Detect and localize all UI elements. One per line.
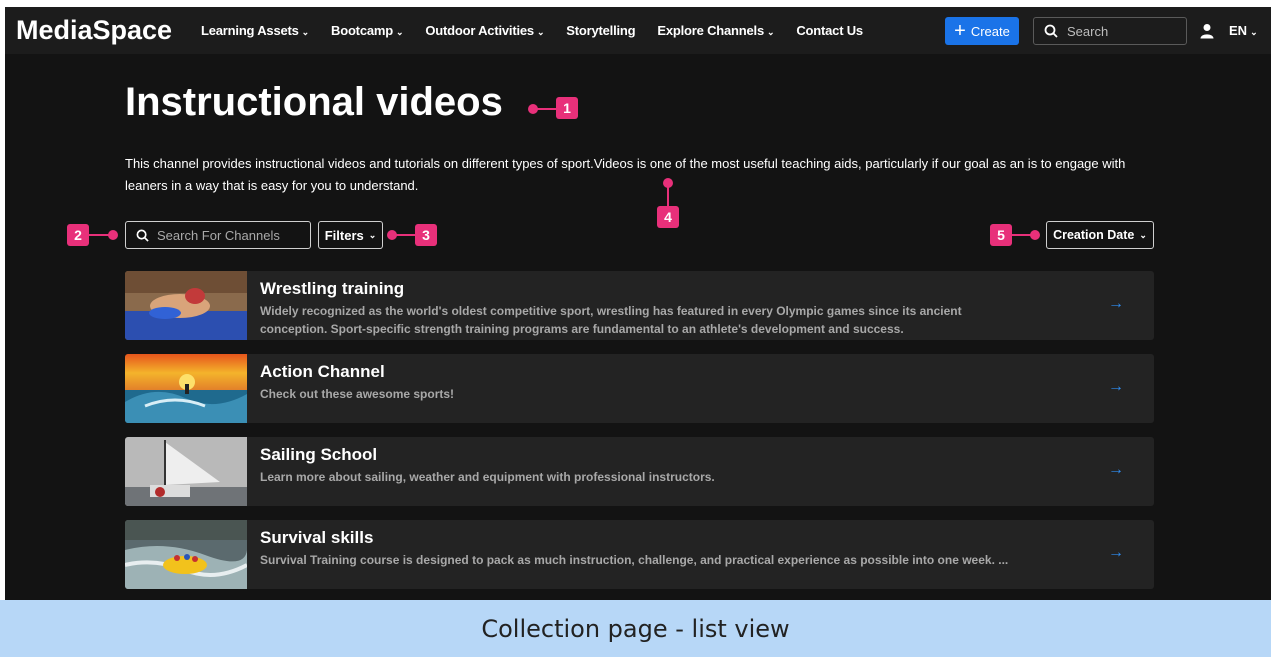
nav-search-input[interactable]: Search xyxy=(1033,17,1187,45)
sort-dropdown[interactable]: Creation Date ⌄ xyxy=(1046,221,1154,249)
menu-contact-us[interactable]: Contact Us xyxy=(796,23,863,38)
caption-banner: Collection page - list view xyxy=(0,600,1271,657)
channel-card[interactable]: Action Channel Check out these awesome s… xyxy=(125,354,1154,423)
marker-badge-4: 4 xyxy=(657,206,679,228)
menu-outdoor-activities[interactable]: Outdoor Activities ⌄ xyxy=(425,23,544,38)
user-icon[interactable] xyxy=(1200,23,1214,39)
arrow-right-icon[interactable]: → xyxy=(1108,544,1124,562)
channel-description: Survival Training course is designed to … xyxy=(260,553,1009,567)
channel-title[interactable]: Sailing School xyxy=(260,445,377,465)
chevron-down-icon: ⌄ xyxy=(368,229,377,240)
marker-line xyxy=(535,108,557,110)
marker-badge-5: 5 xyxy=(990,224,1012,246)
channel-description: This channel provides instructional vide… xyxy=(125,156,1126,193)
main-menu: Learning Assets ⌄ Bootcamp ⌄ Outdoor Activ… xyxy=(201,23,885,38)
marker-badge-3: 3 xyxy=(415,224,437,246)
chevron-down-icon: ⌄ xyxy=(301,27,310,37)
marker-dot xyxy=(108,230,118,240)
page-title: Instructional videos xyxy=(125,80,503,124)
surfing-thumbnail xyxy=(125,354,247,423)
menu-learning-assets[interactable]: Learning Assets ⌄ xyxy=(201,23,309,38)
marker-badge-2: 2 xyxy=(67,224,89,246)
logo[interactable]: MediaSpace xyxy=(16,15,172,46)
filters-button[interactable]: Filters ⌄ xyxy=(318,221,383,249)
top-nav: MediaSpace Learning Assets ⌄ Bootcamp ⌄ Ou… xyxy=(5,7,1271,54)
channel-card[interactable]: Survival skills Survival Training course… xyxy=(125,520,1154,589)
arrow-right-icon[interactable]: → xyxy=(1108,378,1124,396)
wrestling-thumbnail xyxy=(125,271,247,340)
plus-icon: + xyxy=(954,20,966,42)
marker-badge-1: 1 xyxy=(556,97,578,119)
channel-list: Wrestling training Widely recognized as … xyxy=(125,271,1154,603)
marker-line xyxy=(667,185,669,207)
channel-description: Learn more about sailing, weather and eq… xyxy=(260,470,715,484)
create-button[interactable]: + Create xyxy=(945,17,1019,45)
chevron-down-icon: ⌄ xyxy=(1139,229,1147,240)
chevron-down-icon: ⌄ xyxy=(767,27,775,37)
channel-search-input[interactable]: Search For Channels xyxy=(125,221,311,249)
marker-dot xyxy=(1030,230,1040,240)
menu-bootcamp[interactable]: Bootcamp ⌄ xyxy=(331,23,404,38)
channel-description: Check out these awesome sports! xyxy=(260,387,455,401)
search-icon xyxy=(1044,24,1058,38)
chevron-down-icon: ⌄ xyxy=(536,27,545,37)
channel-title[interactable]: Wrestling training xyxy=(260,279,404,299)
chevron-down-icon: ⌄ xyxy=(1250,27,1258,37)
arrow-right-icon[interactable]: → xyxy=(1108,295,1124,313)
channel-title[interactable]: Survival skills xyxy=(260,528,373,548)
menu-storytelling[interactable]: Storytelling xyxy=(566,23,635,38)
rafting-thumbnail xyxy=(125,520,247,589)
app-frame: MediaSpace Learning Assets ⌄ Bootcamp ⌄ Ou… xyxy=(5,7,1271,657)
menu-explore-channels[interactable]: Explore Channels ⌄ xyxy=(657,23,774,38)
search-icon xyxy=(136,229,149,242)
channel-title[interactable]: Action Channel xyxy=(260,362,385,382)
arrow-right-icon[interactable]: → xyxy=(1108,461,1124,479)
language-selector[interactable]: EN ⌄ xyxy=(1229,23,1258,38)
channel-card[interactable]: Sailing School Learn more about sailing,… xyxy=(125,437,1154,506)
channel-card[interactable]: Wrestling training Widely recognized as … xyxy=(125,271,1154,340)
chevron-down-icon: ⌄ xyxy=(395,27,404,37)
marker-line xyxy=(393,234,417,236)
channel-description: Widely recognized as the world's oldest … xyxy=(260,304,962,336)
sailing-thumbnail xyxy=(125,437,247,506)
